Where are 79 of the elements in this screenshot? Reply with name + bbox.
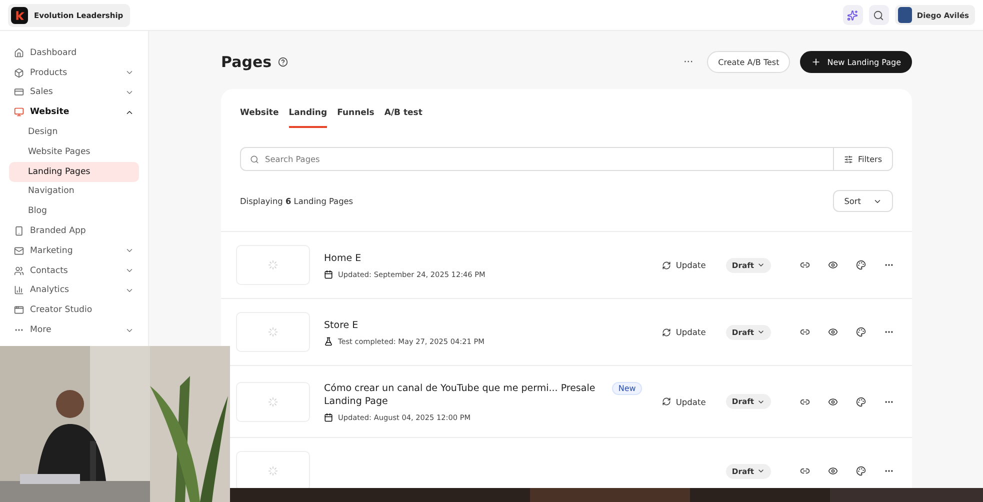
tab[interactable]: A/B test [384,103,422,128]
chevron-down-icon [757,328,765,336]
box-icon [14,68,24,78]
calendar-icon [324,270,333,278]
sidebar-item[interactable]: Products [9,62,139,83]
sort-dropdown[interactable]: Sort [833,190,893,212]
link-icon [800,466,810,476]
sparkle-icon [847,10,858,20]
update-button[interactable]: Update [656,259,712,271]
tab[interactable]: Landing [288,103,328,128]
link-icon [800,327,810,337]
card-icon [14,87,24,98]
palette-icon [856,327,866,337]
sidebar-item[interactable]: Dashboard [9,43,139,63]
sidebar-item[interactable]: More [9,320,139,340]
sidebar-item[interactable]: Branded App [9,221,139,241]
link-icon [800,396,810,406]
bar-chart-icon [14,285,24,296]
sidebar-item[interactable]: Contacts [9,260,139,281]
plus-icon [811,57,822,67]
loading-icon [268,466,278,476]
filters-button[interactable]: Filters [833,148,892,170]
page-title-link[interactable]: Store E [324,318,609,332]
sidebar-subitem[interactable]: Landing Pages [9,162,139,182]
search-field[interactable]: Search Pages Filters [240,147,893,171]
page-title-link[interactable]: Cómo crear un canal de YouTube que me permi... Presale Landing Page [324,382,609,408]
sidebar-item[interactable]: Website [9,102,139,122]
eye-icon [828,260,838,270]
calendar-icon [324,412,333,422]
mail-icon [14,246,24,256]
refresh-icon [662,397,671,406]
page-title-link[interactable]: Home E [324,252,609,264]
sidebar-subitem[interactable]: Design [9,122,139,142]
loading-icon [268,327,278,337]
logo-icon [11,6,28,24]
link-icon [800,260,810,270]
update-button[interactable]: Update [656,396,712,408]
tab[interactable]: Website [240,103,279,128]
sidebar-subitem[interactable]: Blog [9,201,139,222]
filter-icon [844,154,854,164]
create-ab-test-button[interactable]: Create A/B Test [707,51,790,73]
refresh-icon [662,260,671,270]
phone-icon [14,226,24,236]
refresh-icon [662,328,671,336]
palette-icon [856,396,866,406]
search-button[interactable] [868,5,889,25]
sidebar-item[interactable]: Marketing [9,240,139,261]
window-icon [14,305,24,316]
page-title: Pages [221,53,272,71]
eye-icon [828,466,838,476]
home-icon [14,48,24,58]
sidebar-subitem[interactable]: Website Pages [9,142,139,162]
sidebar-subitem[interactable]: Navigation [9,182,139,202]
search-placeholder: Search Pages [265,154,320,164]
chevron-down-icon [757,261,765,269]
eye-icon [828,327,838,337]
sidebar-item[interactable]: Analytics [9,280,139,300]
more-button[interactable]: ··· [680,56,698,68]
search-icon [873,10,884,20]
eye-icon [828,396,838,406]
avatar-icon [898,7,912,23]
help-icon[interactable] [278,57,288,67]
new-tag: New [612,382,642,395]
monitor-icon [14,107,24,118]
chevron-down-icon [757,467,765,475]
palette-icon [856,260,866,270]
palette-icon [856,466,866,476]
flask-icon [324,336,333,346]
new-landing-page-button[interactable]: New Landing Page [800,51,912,73]
loading-icon [268,396,278,406]
results-count: Displaying 6 Landing Pages [240,196,354,206]
tab[interactable]: Funnels [337,103,374,128]
sparkle-button[interactable] [842,5,863,25]
sidebar-item[interactable]: Creator Studio [9,300,139,320]
update-button[interactable]: Update [656,326,712,338]
sidebar-item[interactable]: Sales [9,82,139,102]
loading-icon [268,260,278,270]
search-icon [250,154,259,164]
users-icon [14,266,24,276]
